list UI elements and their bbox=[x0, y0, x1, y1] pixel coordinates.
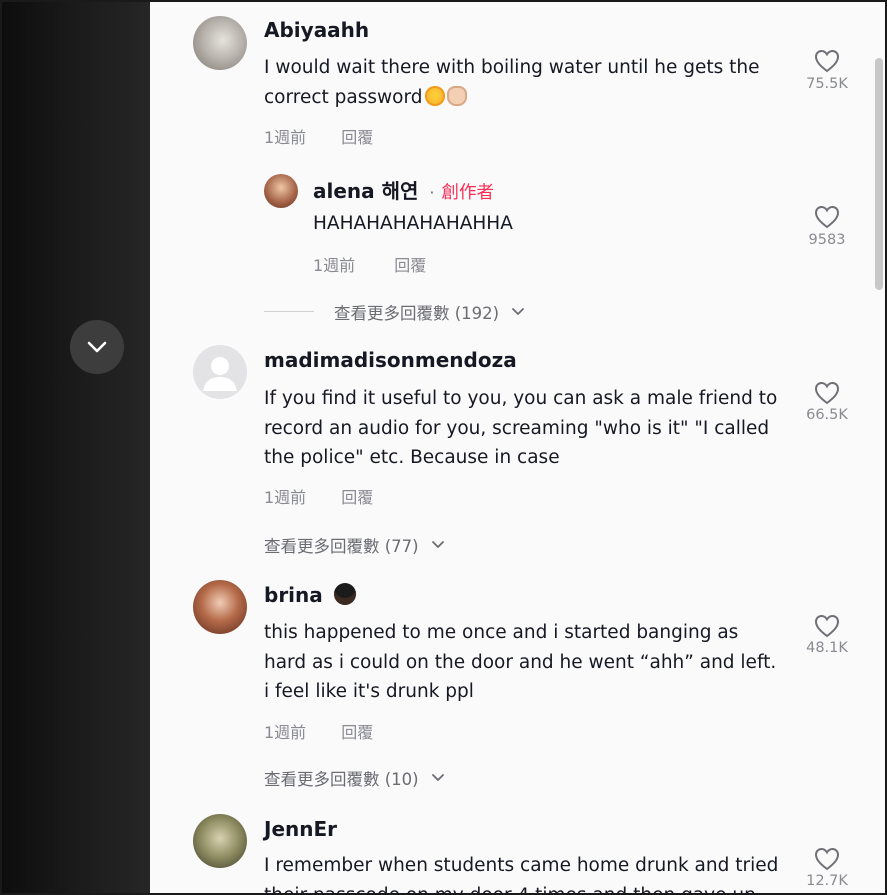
avatar[interactable] bbox=[193, 16, 247, 70]
like-count: 9583 bbox=[808, 232, 846, 248]
chevron-down-icon bbox=[431, 541, 444, 548]
comments-panel: Abiyaahh I would wait there with boiling… bbox=[150, 2, 885, 895]
comment-username[interactable]: JennEr bbox=[264, 817, 337, 841]
comment-username-row: brina bbox=[264, 583, 356, 607]
view-more-replies[interactable]: 查看更多回覆數 (192) bbox=[334, 300, 526, 324]
comment-text: I would wait there with boiling water un… bbox=[264, 53, 760, 112]
comment-meta: 1週前 回覆 bbox=[264, 124, 373, 148]
comment-text-line: hard as i could on the door and he went … bbox=[264, 651, 777, 673]
chevron-down-icon bbox=[87, 341, 107, 353]
scrollbar[interactable] bbox=[875, 58, 883, 290]
monkey-face-icon bbox=[333, 583, 356, 605]
comment-meta: 1週前 回覆 bbox=[313, 252, 426, 276]
comment-time: 1週前 bbox=[313, 256, 356, 275]
video-pane bbox=[2, 2, 150, 893]
heart-outline-icon[interactable] bbox=[814, 381, 840, 405]
comment-text-line: record an audio for you, screaming "who … bbox=[264, 417, 770, 439]
like-count: 66.5K bbox=[806, 407, 848, 423]
view-more-replies[interactable]: 查看更多回覆數 (10) bbox=[264, 766, 446, 790]
avatar[interactable] bbox=[193, 345, 247, 399]
heart-outline-icon[interactable] bbox=[814, 614, 840, 638]
reply-username-row: alena 해연 · 創作者 bbox=[313, 175, 494, 204]
comment-username[interactable]: madimadisonmendoza bbox=[264, 348, 517, 372]
waving-hand-icon bbox=[446, 85, 467, 106]
comment-text-line: If you find it useful to you, you can as… bbox=[264, 388, 778, 409]
reply-username[interactable]: alena 해연 bbox=[313, 179, 418, 203]
view-more-replies[interactable]: 查看更多回覆數 (77) bbox=[264, 533, 446, 557]
chevron-down-icon bbox=[431, 774, 444, 781]
comment-text-line: their passcode on my door 4 times and th… bbox=[264, 884, 756, 895]
comment-username[interactable]: brina bbox=[264, 583, 323, 607]
comment-username[interactable]: Abiyaahh bbox=[264, 18, 369, 42]
default-avatar-icon bbox=[203, 357, 237, 391]
creator-badge: 創作者 bbox=[441, 183, 494, 203]
comment-text-line: i feel like it's drunk ppl bbox=[264, 681, 474, 702]
like-count: 12.7K bbox=[806, 873, 848, 889]
comment-text: this happened to me once and i started b… bbox=[264, 618, 776, 707]
comment-meta: 1週前 回覆 bbox=[264, 484, 373, 508]
scroll-down-button[interactable] bbox=[70, 320, 124, 374]
comment-text: If you find it useful to you, you can as… bbox=[264, 384, 777, 473]
comment-time: 1週前 bbox=[264, 128, 307, 147]
avatar[interactable] bbox=[193, 814, 247, 868]
comment-text: I remember when students came home drunk… bbox=[264, 851, 779, 895]
reply-button[interactable]: 回覆 bbox=[341, 488, 373, 507]
comment-time: 1週前 bbox=[264, 488, 307, 507]
like-count: 48.1K bbox=[806, 640, 848, 656]
creator-separator: · bbox=[429, 183, 435, 202]
reply-button[interactable]: 回覆 bbox=[341, 128, 373, 147]
comment-text-line: I would wait there with boiling water un… bbox=[264, 57, 760, 78]
reply-button[interactable]: 回覆 bbox=[341, 723, 373, 742]
heart-outline-icon[interactable] bbox=[814, 205, 840, 229]
comment-time: 1週前 bbox=[264, 723, 307, 742]
avatar[interactable] bbox=[193, 580, 247, 634]
comment-text-line: the police" etc. Because in case bbox=[264, 447, 560, 468]
comment-text-line: this happened to me once and i started b… bbox=[264, 622, 739, 643]
like-count: 75.5K bbox=[806, 76, 848, 92]
comment-text-line: correct password bbox=[264, 83, 760, 113]
heart-outline-icon[interactable] bbox=[814, 49, 840, 73]
heart-outline-icon[interactable] bbox=[814, 847, 840, 871]
chevron-down-icon bbox=[512, 308, 525, 315]
avatar[interactable] bbox=[264, 174, 298, 208]
comment-meta: 1週前 回覆 bbox=[264, 719, 373, 743]
divider bbox=[264, 311, 314, 312]
smiling-face-with-hearts-icon bbox=[424, 85, 445, 106]
app-window: Abiyaahh I would wait there with boiling… bbox=[0, 0, 887, 895]
reply-button[interactable]: 回覆 bbox=[394, 256, 426, 275]
comment-text-line: I remember when students came home drunk… bbox=[264, 855, 779, 876]
reply-text: HAHAHAHAHAHAHHA bbox=[313, 213, 513, 234]
